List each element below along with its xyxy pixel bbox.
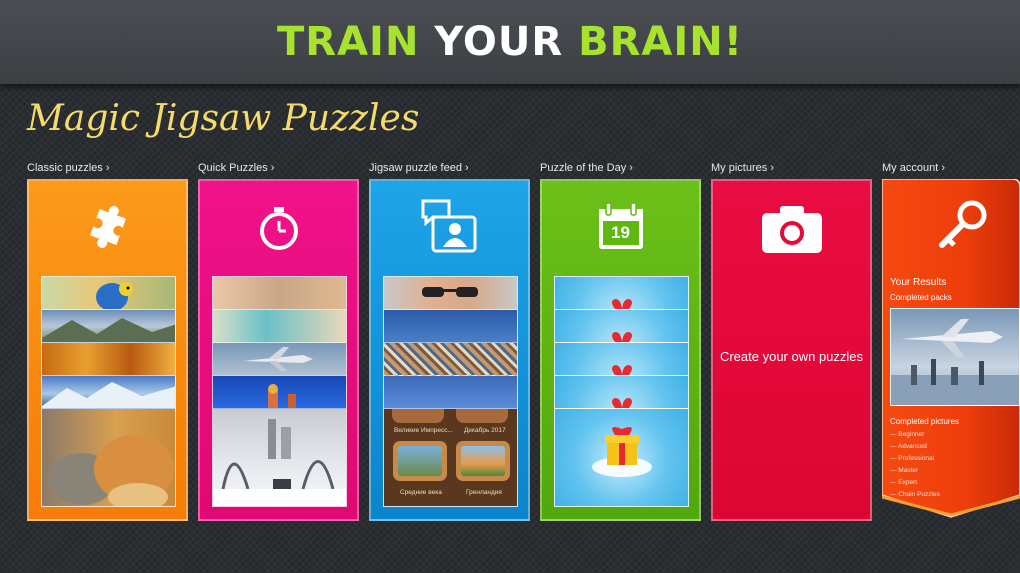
todays-gift[interactable] [555,409,688,506]
stopwatch-icon [259,207,298,250]
mountain-village-thumbnail[interactable] [42,310,175,343]
airplane-thumbnail[interactable] [213,343,346,376]
blue-sky-thumbnail[interactable] [384,376,517,409]
chevron-right-icon: › [465,162,469,174]
level-advanced-link[interactable]: — Advanced [890,443,940,450]
tile-classic-puzzles[interactable] [27,179,188,521]
pack-box-1[interactable] [392,409,444,423]
section-link-daily[interactable]: Puzzle of the Day › [540,162,633,174]
pack-label-3: Средние века [400,489,442,496]
section-link-account[interactable]: My account › [882,162,945,174]
your-results-heading: Your Results [890,277,947,288]
completed-pictures-label: Completed pictures [890,417,959,426]
gift-bow-icon [612,332,632,342]
parrot-image [96,282,133,309]
pack-label-1: Великие Импресс... [394,427,453,434]
tile-my-account[interactable]: Your Results Completed packs Completed p… [882,179,1020,519]
blurred-thumbnail[interactable] [213,277,346,310]
feed-thumbnail-strip: Великие Импресс... Декабрь 2017 Средние … [383,276,518,507]
gift-row-2[interactable] [555,310,688,343]
section-label-feed: Jigsaw puzzle feed [369,162,462,174]
tile-puzzle-of-the-day[interactable]: 19 [540,179,701,521]
chevron-right-icon: › [105,162,110,174]
cat-and-dog-thumbnail[interactable] [42,409,175,506]
quick-thumbnail-strip [212,276,347,507]
banner-word-your: YOUR [434,19,564,65]
gift-row-3[interactable] [555,343,688,376]
domes-image [268,384,296,408]
banner-word-brain: BRAIN! [578,19,743,65]
level-master-link[interactable]: — Master [890,467,940,474]
tile-my-pictures[interactable]: Create your own puzzles [711,179,872,521]
blue-thumbnail[interactable] [384,310,517,343]
promo-banner: TRAIN YOUR BRAIN! [0,0,1020,84]
level-expert-link[interactable]: — Expert [890,479,940,486]
gift-row-4[interactable] [555,376,688,409]
gift-bow-icon [612,365,632,375]
section-link-pictures[interactable]: My pictures › [711,162,774,174]
mountain-image [42,318,175,342]
section-link-quick[interactable]: Quick Puzzles › [198,162,274,174]
calendar-day-number: 19 [611,223,630,242]
pack-box-2[interactable] [456,409,508,423]
pack-box-3[interactable] [393,441,447,481]
gift-box-icon [592,427,652,477]
chat-profile-icon [421,199,476,253]
banner-word-train: TRAIN [277,19,420,65]
airplane-city-image [891,319,1019,405]
night-city-thumbnail[interactable] [213,376,346,409]
sunglasses-man-thumbnail[interactable] [384,277,517,310]
autumn-forest-thumbnail[interactable] [42,343,175,376]
airplane-image [243,347,313,371]
section-label-classic: Classic puzzles [27,162,103,174]
completed-packs-label: Completed packs [890,293,952,302]
pack-box-4[interactable] [456,441,510,481]
section-label-pictures: My pictures [711,162,768,174]
section-link-feed[interactable]: Jigsaw puzzle feed › [369,162,469,174]
section-label-account: My account [882,162,939,174]
app-title: Magic Jigsaw Puzzles [27,98,420,139]
cat-dog-image [48,435,174,506]
camera-icon [761,206,822,253]
parrot-thumbnail[interactable] [42,277,175,310]
key-icon [939,200,987,248]
level-professional-link[interactable]: — Professional [890,455,940,462]
gift-bow-icon [612,299,632,309]
sunglasses-image [422,287,478,297]
completed-pack-thumbnail[interactable] [890,308,1020,406]
section-link-classic[interactable]: Classic puzzles › [27,162,110,174]
winter-park-thumbnail[interactable] [213,409,346,506]
pack-label-4: Гренландия [466,489,502,496]
chevron-right-icon: › [941,162,945,174]
puzzle-pack-shelf: Великие Импресс... Декабрь 2017 Средние … [384,409,517,506]
classic-thumbnail-strip [41,276,176,507]
daily-gift-strip [554,276,689,507]
level-list: — Beginner — Advanced — Professional — M… [890,431,940,503]
create-own-puzzles-button[interactable]: Create your own puzzles [713,349,870,364]
snow-mountains-thumbnail[interactable] [42,376,175,409]
puzzle-pieces-thumbnail[interactable] [384,343,517,376]
tile-quick-puzzles[interactable] [198,179,359,521]
puzzle-piece-icon [89,206,126,248]
pack-label-2: Декабрь 2017 [464,427,506,434]
gift-bow-icon [612,398,632,408]
winter-trees-image [213,419,346,506]
snowy-peaks-image [42,382,175,408]
level-chain-puzzles-link[interactable]: — Chain Puzzles [890,491,940,498]
gift-row-1[interactable] [555,277,688,310]
tile-puzzle-feed[interactable]: Великие Импресс... Декабрь 2017 Средние … [369,179,530,521]
section-label-daily: Puzzle of the Day [540,162,627,174]
chevron-right-icon: › [770,162,774,174]
teal-blur-thumbnail[interactable] [213,310,346,343]
chevron-right-icon: › [629,162,633,174]
level-beginner-link[interactable]: — Beginner [890,431,940,438]
section-label-quick: Quick Puzzles [198,162,268,174]
chevron-right-icon: › [270,162,275,174]
